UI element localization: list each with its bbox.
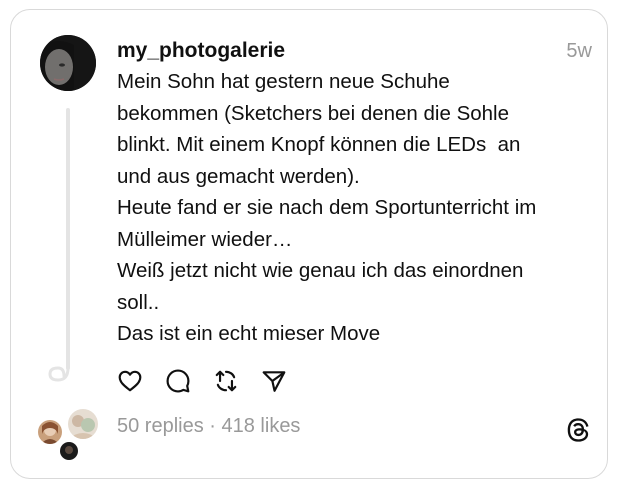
stats-separator: · <box>203 415 222 437</box>
replier-avatar[interactable] <box>36 418 64 446</box>
replier-photo <box>68 409 98 439</box>
send-icon <box>262 371 286 392</box>
action-bar <box>116 366 288 396</box>
post-text-line: und aus gemacht werden). <box>117 164 360 188</box>
author-username[interactable]: my_photogalerie <box>117 38 285 64</box>
avatar-photo <box>40 35 96 91</box>
repost-icon <box>215 370 237 392</box>
post-text-line: Mülleimer wieder… <box>117 227 293 251</box>
post-text-line: Weiß jetzt nicht wie genau ich das einor… <box>117 259 524 282</box>
replier-avatar[interactable] <box>66 407 100 441</box>
like-button[interactable] <box>116 367 144 395</box>
post-text-line: Mein Sohn hat gestern neue Schuhe <box>117 70 450 93</box>
post-text-line: Heute fand er sie nach dem Sportunterric… <box>117 196 537 219</box>
heart-icon <box>118 370 142 392</box>
author-avatar[interactable] <box>40 35 96 91</box>
replier-photo <box>38 420 62 444</box>
post-text-line: Das ist ein echt mieser Move <box>117 322 381 345</box>
thread-curl-icon <box>48 360 70 382</box>
comment-icon <box>166 369 190 393</box>
likes-count[interactable]: 418 likes <box>222 415 301 437</box>
thread-line <box>66 108 70 370</box>
post-text-line: blinkt. Mit einem Knopf können die LEDs … <box>117 133 521 156</box>
post-text: Mein Sohn hat gestern neue Schuhe bekomm… <box>117 66 587 350</box>
reply-button[interactable] <box>164 367 192 395</box>
post-stats: 50 replies · 418 likes <box>117 413 300 439</box>
post-text-line: bekommen (Sketchers bei denen die Sohle <box>117 101 510 125</box>
share-button[interactable] <box>260 367 288 395</box>
threads-logo-icon[interactable] <box>564 416 592 444</box>
repost-button[interactable] <box>212 367 240 395</box>
replies-count[interactable]: 50 replies <box>117 415 204 437</box>
post-text-line: soll.. <box>117 290 160 314</box>
replier-avatar[interactable] <box>58 440 80 462</box>
replier-photo <box>60 442 78 460</box>
post-time[interactable]: 5w <box>566 38 592 64</box>
